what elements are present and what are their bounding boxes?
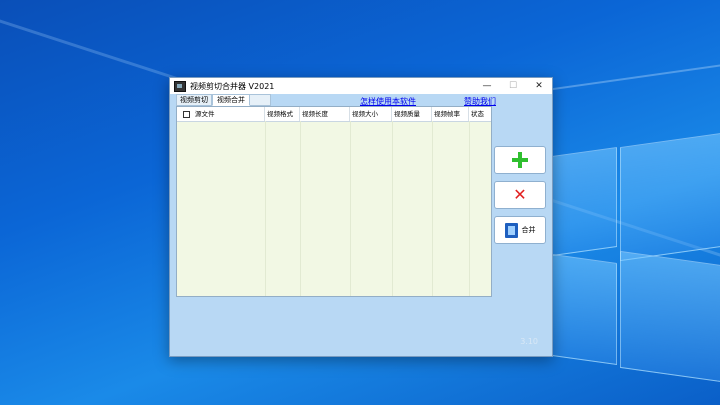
cross-icon: ✕ — [513, 185, 527, 204]
app-window: 视频剪切合并器 V2021 — ☐ ✕ 视频剪切 视频合并 怎样使用本软件 赞助… — [169, 77, 553, 357]
wallpaper-logo-pane — [545, 146, 617, 258]
tab-bar-filler — [250, 94, 271, 106]
version-label: 3.10 — [520, 337, 538, 346]
column-divider — [265, 121, 266, 296]
column-header-quality[interactable]: 视频质量 — [392, 107, 432, 121]
column-label: 源文件 — [195, 110, 215, 118]
app-icon — [174, 80, 186, 92]
tab-bar: 视频剪切 视频合并 — [176, 94, 271, 106]
merge-button[interactable]: 合并 — [494, 216, 546, 244]
remove-file-button[interactable]: ✕ — [494, 181, 546, 209]
column-header-status[interactable]: 状态 — [469, 107, 491, 121]
wallpaper-logo-pane — [620, 132, 720, 262]
column-divider — [469, 121, 470, 296]
column-header-source[interactable]: 源文件 — [177, 107, 265, 121]
column-header-framerate[interactable]: 视频帧率 — [432, 107, 469, 121]
table-header: 源文件 视频格式 视频长度 视频大小 视频质量 视频帧率 状态 — [177, 107, 491, 122]
column-divider — [350, 121, 351, 296]
film-icon — [504, 222, 518, 238]
add-file-button[interactable] — [494, 146, 546, 174]
column-divider — [432, 121, 433, 296]
plus-icon — [512, 152, 528, 168]
column-header-length[interactable]: 视频长度 — [300, 107, 350, 121]
select-all-checkbox[interactable] — [183, 111, 190, 118]
column-header-size[interactable]: 视频大小 — [350, 107, 392, 121]
column-header-format[interactable]: 视频格式 — [265, 107, 300, 121]
merge-button-label: 合并 — [521, 226, 536, 234]
file-table[interactable]: 源文件 视频格式 视频长度 视频大小 视频质量 视频帧率 状态 — [176, 106, 492, 297]
tab-video-merge[interactable]: 视频合并 — [212, 94, 250, 106]
column-divider — [300, 121, 301, 296]
window-title: 视频剪切合并器 V2021 — [190, 81, 275, 91]
wallpaper-logo-pane — [620, 250, 720, 383]
title-bar[interactable]: 视频剪切合并器 V2021 — ☐ ✕ — [170, 78, 552, 94]
column-divider — [392, 121, 393, 296]
close-button[interactable]: ✕ — [526, 78, 552, 94]
wallpaper-logo-pane — [545, 252, 617, 366]
maximize-button[interactable]: ☐ — [500, 78, 526, 94]
minimize-button[interactable]: — — [474, 78, 500, 94]
tab-video-cut[interactable]: 视频剪切 — [176, 94, 212, 106]
